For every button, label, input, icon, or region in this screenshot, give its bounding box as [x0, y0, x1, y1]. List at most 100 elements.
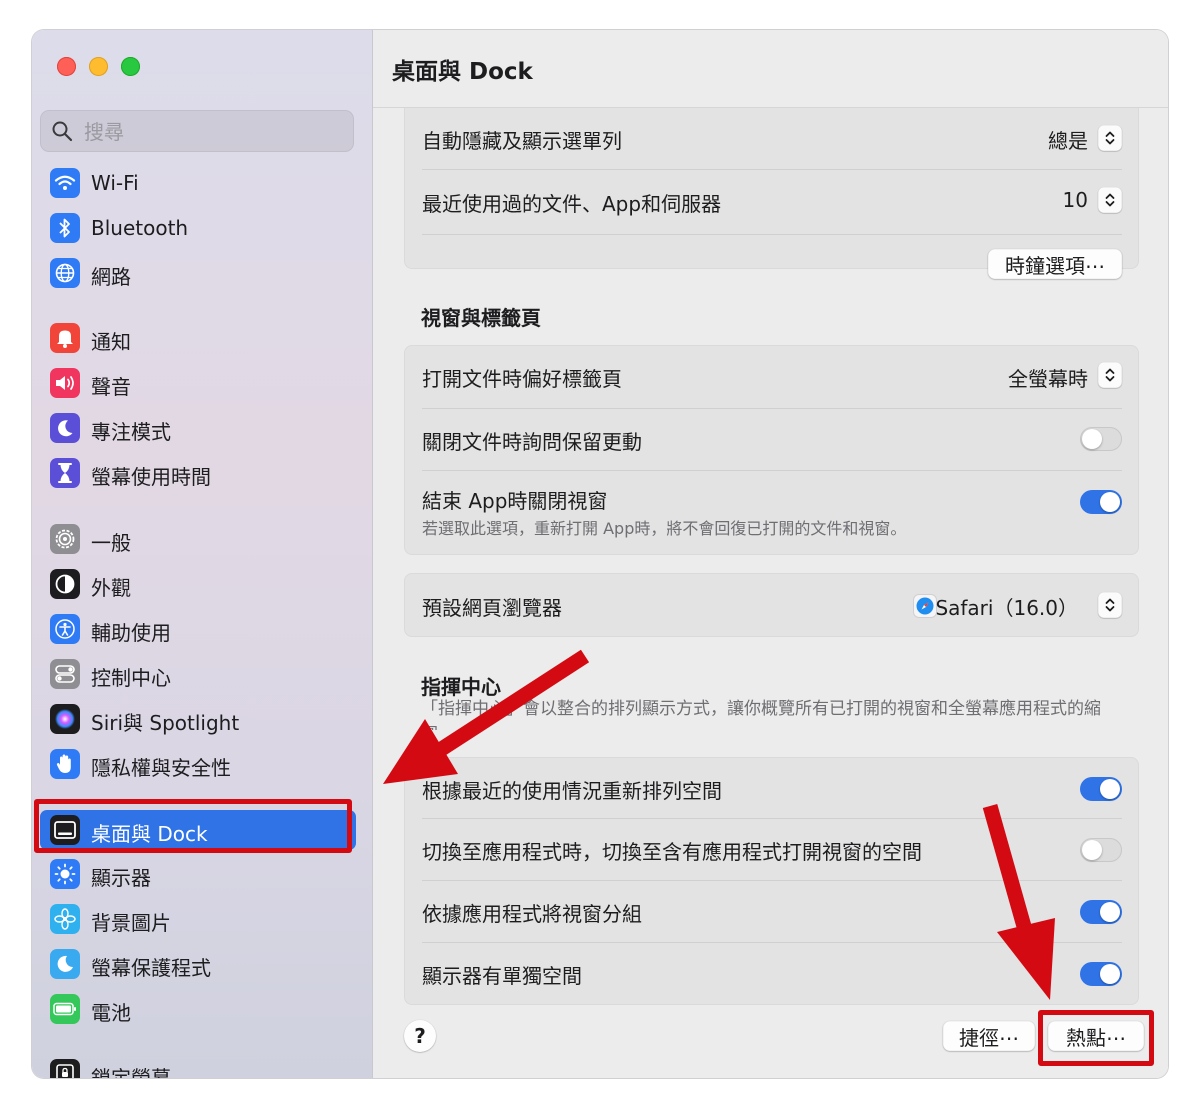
sidebar-item-siri-spotlight[interactable]: Siri與 Spotlight: [40, 699, 356, 739]
page-title: 桌面與 Dock: [392, 59, 533, 85]
autohide-menubar-popup[interactable]: [1098, 125, 1122, 151]
group-windows-toggle[interactable]: [1080, 900, 1122, 924]
help-button[interactable]: ?: [404, 1020, 436, 1052]
toggle-knob: [1100, 902, 1120, 922]
default-browser-value: Safari（16.0）: [935, 596, 1078, 620]
sidebar-item-bluetooth[interactable]: Bluetooth: [40, 208, 356, 248]
default-browser-label: 預設網頁瀏覽器: [422, 596, 562, 620]
rearrange-spaces-toggle[interactable]: [1080, 777, 1122, 801]
default-browser-popup[interactable]: [1098, 592, 1122, 618]
zoom-window-button[interactable]: [121, 57, 140, 76]
divider: [422, 880, 1122, 881]
sidebar-item-appearance[interactable]: 外觀: [40, 564, 356, 604]
mission-control-row: 顯示器有單獨空間: [422, 955, 1122, 991]
default-browser-card: 預設網頁瀏覽器 Safari（16.0）: [404, 573, 1139, 637]
mission-control-row: 切換至應用程式時，切換至含有應用程式打開視窗的空間: [422, 831, 1122, 867]
sidebar: Wi-Fi Bluetooth 網路 通知 聲音: [32, 30, 373, 1078]
prefer-tabs-value: 全螢幕時: [1008, 367, 1088, 391]
mission-control-description: 「指揮中心」會以整合的排列顯示方式，讓你概覽所有已打開的視窗和全螢幕應用程式的縮…: [421, 699, 1101, 730]
shortcuts-button[interactable]: 捷徑⋯: [943, 1021, 1035, 1051]
autohide-menubar-row: 自動隱藏及顯示選單列 總是: [422, 121, 1122, 153]
sidebar-item-privacy-security[interactable]: 隱私權與安全性: [40, 744, 356, 784]
sun-icon: [50, 859, 80, 889]
prefer-tabs-popup[interactable]: [1098, 362, 1122, 388]
divider: [422, 818, 1122, 819]
gear-icon: [50, 524, 80, 554]
sidebar-item-accessibility[interactable]: 輔助使用: [40, 609, 356, 649]
mission-control-row-label: 顯示器有單獨空間: [422, 964, 582, 988]
sidebar-item-control-center[interactable]: 控制中心: [40, 654, 356, 694]
sidebar-item-label: 專注模式: [91, 420, 171, 444]
section-title-windows-tabs: 視窗與標籤頁: [421, 306, 541, 330]
siri-icon: [50, 704, 80, 734]
wifi-icon: [50, 168, 80, 198]
main-content: 桌面與 Dock 自動隱藏及顯示選單列 總是 最近使用過的文件、App和伺服器 …: [373, 30, 1168, 1078]
sidebar-item-focus[interactable]: 專注模式: [40, 408, 356, 448]
sidebar-item-label: 網路: [91, 265, 131, 289]
toggle-knob: [1100, 779, 1120, 799]
hourglass-icon: [50, 458, 80, 488]
annotation-highlight-box: [1038, 1010, 1154, 1066]
sidebar-item-label: Bluetooth: [91, 216, 189, 240]
search-field[interactable]: [40, 110, 354, 152]
divider: [422, 234, 1122, 235]
mission-control-row-label: 根據最近的使用情況重新排列空間: [422, 779, 722, 803]
sidebar-item-screen-saver[interactable]: 螢幕保護程式: [40, 944, 356, 984]
divider: [422, 470, 1122, 471]
moon-icon: [50, 413, 80, 443]
close-windows-description: 若選取此選項，重新打開 App時，將不會回復已打開的文件和視窗。: [422, 519, 907, 538]
close-window-button[interactable]: [57, 57, 76, 76]
ask-keep-changes-label: 關閉文件時詢問保留更動: [422, 430, 642, 454]
ask-keep-changes-row: 關閉文件時詢問保留更動: [422, 421, 1122, 455]
autohide-menubar-value: 總是: [1048, 129, 1088, 153]
mission-control-row-label: 依據應用程式將視窗分組: [422, 902, 642, 926]
ask-keep-changes-toggle[interactable]: [1080, 427, 1122, 451]
sidebar-item-notifications[interactable]: 通知: [40, 318, 356, 358]
sidebar-item-displays[interactable]: 顯示器: [40, 854, 356, 894]
clock-options-button[interactable]: 時鐘選項⋯: [988, 249, 1122, 279]
sidebar-item-label: 螢幕保護程式: [91, 956, 211, 980]
sidebar-item-label: 外觀: [91, 576, 131, 600]
recent-items-value: 10: [1062, 188, 1088, 212]
bell-icon: [50, 323, 80, 353]
close-windows-toggle[interactable]: [1080, 490, 1122, 514]
chevron-updown-icon: [1105, 368, 1115, 382]
chevron-updown-icon: [1105, 131, 1115, 145]
default-browser-row: 預設網頁瀏覽器 Safari（16.0）: [422, 587, 1122, 623]
divider: [422, 408, 1122, 409]
chevron-updown-icon: [1105, 193, 1115, 207]
sidebar-item-label: 聲音: [91, 375, 131, 399]
search-icon: [52, 121, 73, 142]
prefer-tabs-label: 打開文件時偏好標籤頁: [422, 367, 622, 391]
toggle-knob: [1100, 964, 1120, 984]
sidebar-item-label: 電池: [91, 1001, 131, 1025]
sidebar-item-wifi[interactable]: Wi-Fi: [40, 163, 356, 203]
autohide-menubar-label: 自動隱藏及顯示選單列: [422, 129, 622, 153]
sidebar-item-network[interactable]: 網路: [40, 253, 356, 293]
sidebar-item-screen-time[interactable]: 螢幕使用時間: [40, 453, 356, 493]
sidebar-item-general[interactable]: 一般: [40, 519, 356, 559]
recent-items-popup[interactable]: [1098, 187, 1122, 213]
switch-to-space-toggle[interactable]: [1080, 838, 1122, 862]
sidebar-item-label: 背景圖片: [91, 911, 171, 935]
sidebar-item-wallpaper[interactable]: 背景圖片: [40, 899, 356, 939]
search-input[interactable]: [82, 116, 336, 148]
toggle-knob: [1082, 840, 1102, 860]
switches-icon: [50, 659, 80, 689]
minimize-window-button[interactable]: [89, 57, 108, 76]
sidebar-item-battery[interactable]: 電池: [40, 989, 356, 1029]
separate-spaces-toggle[interactable]: [1080, 962, 1122, 986]
sidebar-item-sound[interactable]: 聲音: [40, 363, 356, 403]
sidebar-item-lock-screen[interactable]: 鎖定螢幕: [40, 1054, 356, 1078]
screensaver-icon: [50, 949, 80, 979]
hand-icon: [50, 749, 80, 779]
mission-control-row: 根據最近的使用情況重新排列空間: [422, 769, 1122, 805]
windows-tabs-card: 打開文件時偏好標籤頁 全螢幕時 關閉文件時詢問保留更動 結束 App時關閉視窗 …: [404, 345, 1139, 555]
sidebar-item-label: 通知: [91, 330, 131, 354]
sidebar-item-label: 隱私權與安全性: [91, 756, 231, 780]
sidebar-item-label: 顯示器: [91, 866, 151, 890]
toggle-knob: [1100, 492, 1120, 512]
battery-icon: [50, 994, 80, 1024]
recent-items-row: 最近使用過的文件、App和伺服器 10: [422, 183, 1122, 217]
bluetooth-icon: [50, 213, 80, 243]
